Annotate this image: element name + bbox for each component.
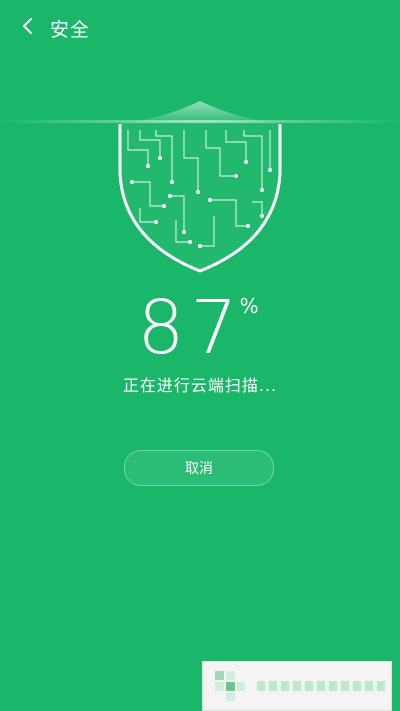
back-button[interactable] [8, 0, 48, 56]
app-header: 安全 [0, 0, 400, 56]
security-shield-graphic [0, 96, 400, 276]
watermark-text [257, 681, 387, 691]
percent-sign: % [239, 294, 259, 318]
scan-percent-value: 87 [137, 285, 244, 371]
chevron-left-icon [21, 16, 35, 40]
watermark-icon [215, 671, 245, 701]
watermark-logo [202, 661, 392, 711]
scan-progress: 87% [0, 288, 400, 368]
cancel-button[interactable]: 取消 [124, 450, 274, 486]
page-title: 安全 [50, 18, 91, 41]
scan-status-text: 正在进行云端扫描... [122, 376, 278, 395]
